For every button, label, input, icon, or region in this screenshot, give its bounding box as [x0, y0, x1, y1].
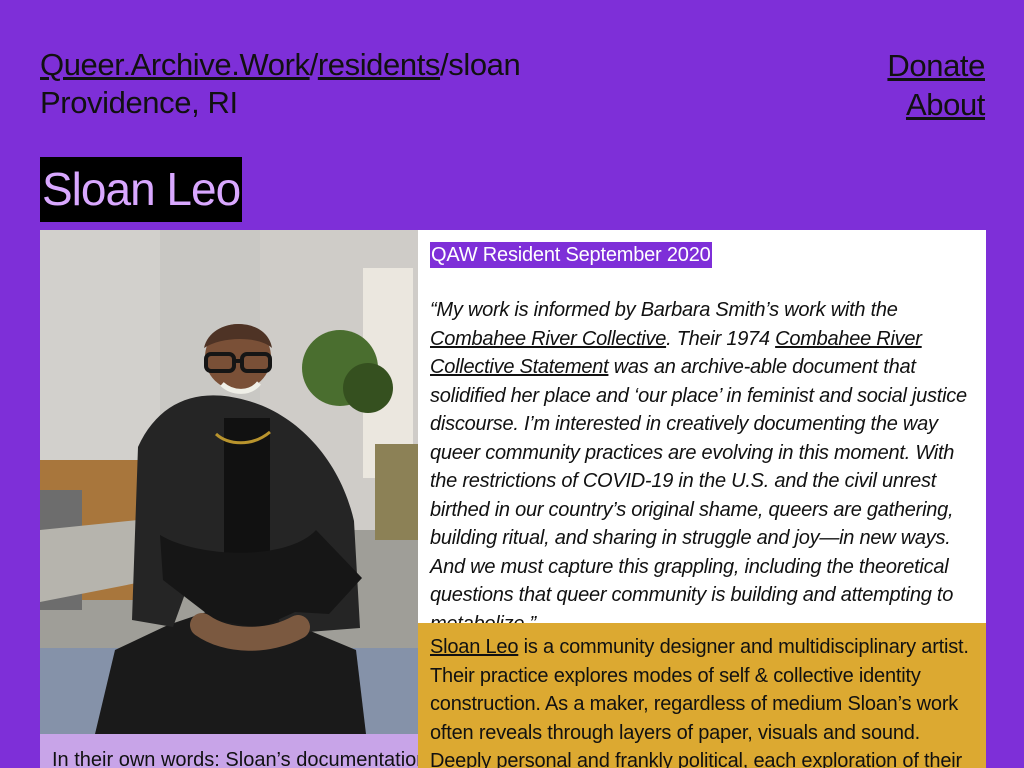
breadcrumb-separator: / — [309, 47, 319, 82]
resident-quote: “My work is informed by Barbara Smith’s … — [430, 296, 973, 638]
combahee-river-collective-link[interactable]: Combahee River Collective — [430, 328, 666, 350]
resident-bio-panel: Sloan Leo is a community designer and mu… — [418, 623, 986, 768]
photo-caption: In their own words: Sloan’s documentatio… — [40, 734, 418, 768]
resident-portrait-illustration — [40, 230, 418, 734]
resident-bio-name-link[interactable]: Sloan Leo — [430, 636, 518, 658]
breadcrumb-separator: / — [440, 47, 449, 82]
resident-quote-panel: QAW Resident September 2020 “My work is … — [418, 230, 986, 635]
location-text: Providence, RI — [40, 85, 238, 120]
breadcrumb-line: Queer.Archive.Work/residents/sloan — [40, 46, 521, 84]
donate-link[interactable]: Donate — [887, 46, 985, 85]
quote-text-part: “My work is informed by Barbara Smith’s … — [430, 299, 898, 321]
breadcrumb-residents-link[interactable]: residents — [318, 47, 441, 82]
breadcrumb: Queer.Archive.Work/residents/sloan Provi… — [40, 46, 521, 122]
breadcrumb-site-link[interactable]: Queer.Archive.Work — [40, 47, 310, 82]
resident-photo — [40, 230, 418, 734]
resident-name-title: Sloan Leo — [40, 157, 243, 222]
quote-text-part: was an archive-able document that solidi… — [430, 356, 967, 635]
breadcrumb-current-page: sloan — [448, 47, 521, 82]
resident-page: Queer.Archive.Work/residents/sloan Provi… — [0, 0, 1024, 768]
quote-text-part: . Their 1974 — [666, 327, 776, 350]
about-link[interactable]: About — [887, 85, 985, 124]
top-navigation: Donate About — [887, 46, 985, 124]
resident-badge: QAW Resident September 2020 — [430, 242, 712, 268]
